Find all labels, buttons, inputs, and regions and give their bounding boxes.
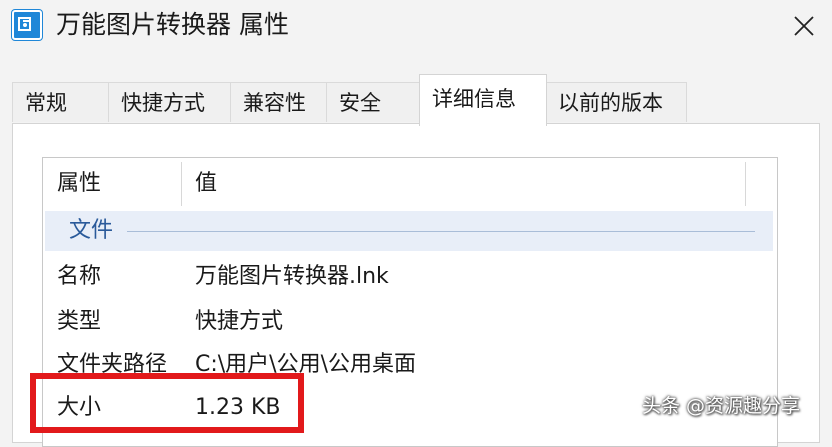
group-label: 文件 (69, 218, 114, 243)
list-item[interactable]: 名称 万能图片转换器.lnk (43, 256, 777, 298)
tab-shortcut[interactable]: 快捷方式 (108, 82, 231, 122)
property-name: 类型 (57, 309, 102, 334)
watermark: 头条 @资源趣分享 (642, 395, 801, 417)
column-header: 属性 值 (43, 158, 777, 208)
close-icon (794, 16, 814, 36)
tab-details[interactable]: 详细信息 (419, 74, 547, 126)
column-property[interactable]: 属性 (57, 158, 101, 208)
tab-general[interactable]: 常规 (12, 82, 109, 122)
highlight-box (30, 373, 304, 433)
property-value: 快捷方式 (195, 309, 284, 334)
title-bar: 万能图片转换器 属性 (0, 0, 832, 62)
tab-security[interactable]: 安全 (326, 82, 422, 122)
tab-compatibility[interactable]: 兼容性 (230, 82, 327, 122)
group-header-file[interactable]: 文件 (45, 211, 773, 251)
window-title: 万能图片转换器 属性 (56, 10, 289, 39)
close-button[interactable] (784, 6, 824, 46)
tab-strip: 常规 快捷方式 兼容性 安全 详细信息 以前的版本 (12, 74, 820, 126)
property-name: 名称 (57, 264, 102, 289)
column-divider[interactable] (181, 162, 182, 206)
column-divider[interactable] (745, 162, 746, 206)
list-item[interactable]: 类型 快捷方式 (43, 301, 777, 343)
tab-previous-versions[interactable]: 以前的版本 (545, 82, 687, 122)
app-icon (12, 10, 42, 40)
group-divider (127, 231, 755, 232)
property-value: 万能图片转换器.lnk (195, 264, 389, 289)
column-value[interactable]: 值 (195, 158, 217, 208)
